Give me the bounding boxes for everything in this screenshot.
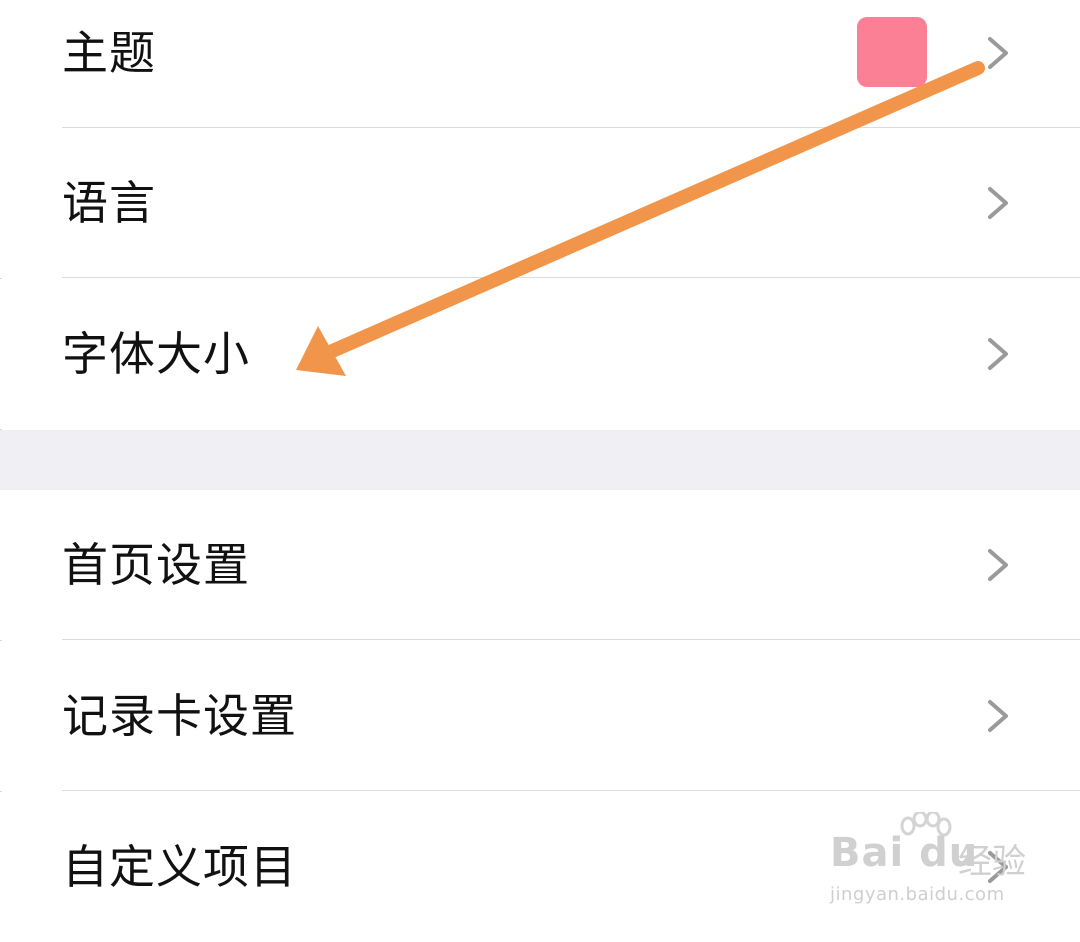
section-separator xyxy=(0,430,1080,490)
chevron-right-icon xyxy=(988,187,1008,219)
baidu-jingyan-watermark: Bai du 经验 jingyan.baidu.com xyxy=(830,812,1030,912)
chevron-right-icon xyxy=(988,700,1008,732)
settings-row-record-card[interactable]: 记录卡设置 xyxy=(0,641,1080,791)
chevron-right-icon xyxy=(988,549,1008,581)
row-label: 记录卡设置 xyxy=(62,689,297,743)
watermark-brand: Bai du xyxy=(830,830,979,876)
row-divider xyxy=(62,277,1080,278)
row-divider xyxy=(62,790,1080,791)
row-divider xyxy=(62,639,1080,640)
settings-row-theme[interactable]: 主题 xyxy=(0,0,1080,128)
watermark-url: jingyan.baidu.com xyxy=(830,884,1005,905)
row-label: 首页设置 xyxy=(62,538,250,592)
row-label: 字体大小 xyxy=(62,327,250,381)
chevron-right-icon xyxy=(988,338,1008,370)
row-label: 语言 xyxy=(62,176,156,230)
chevron-right-icon xyxy=(988,37,1008,69)
row-label: 主题 xyxy=(62,26,156,80)
theme-color-swatch xyxy=(857,17,927,87)
settings-row-language[interactable]: 语言 xyxy=(0,128,1080,278)
settings-row-font-size[interactable]: 字体大小 xyxy=(0,279,1080,429)
row-label: 自定义项目 xyxy=(62,840,297,894)
watermark-suffix: 经验 xyxy=(958,842,1026,882)
settings-row-home-settings[interactable]: 首页设置 xyxy=(0,490,1080,640)
